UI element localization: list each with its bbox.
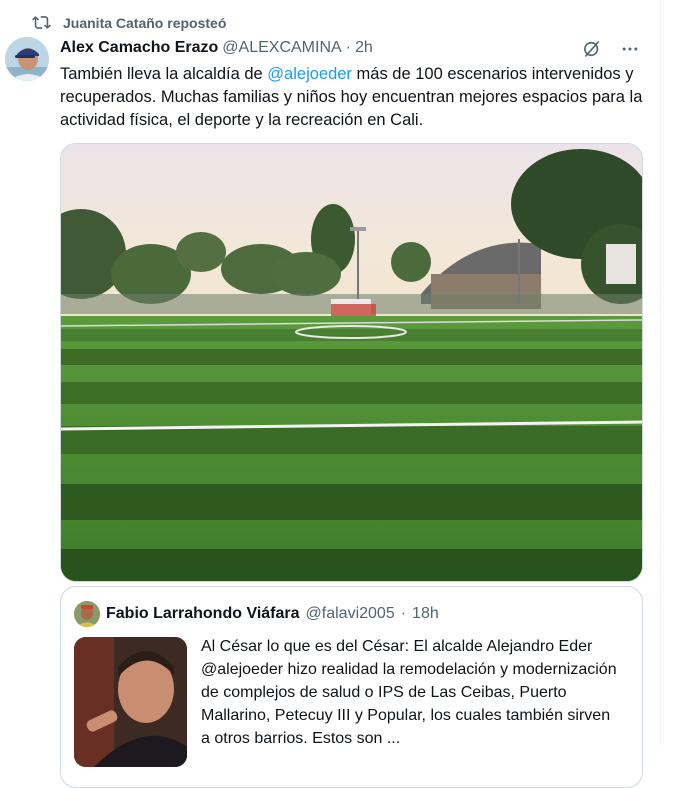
quoted-tweet[interactable]: Fabio Larrahondo Viáfara @falavi2005 · 1… bbox=[60, 586, 643, 788]
tweet-text: También lleva la alcaldía de @alejoeder … bbox=[60, 63, 650, 132]
author-handle[interactable]: @ALEXCAMINA bbox=[222, 39, 341, 57]
tweet-media-image[interactable] bbox=[60, 143, 643, 582]
tweet-top-actions bbox=[581, 38, 641, 60]
quote-author-avatar bbox=[74, 601, 100, 627]
tweet-time[interactable]: 2h bbox=[355, 39, 373, 57]
quote-author-name: Fabio Larrahondo Viáfara bbox=[106, 605, 300, 622]
quote-separator: · bbox=[400, 605, 407, 622]
grok-button[interactable] bbox=[581, 38, 603, 60]
header-separator: · bbox=[345, 39, 351, 56]
author-avatar[interactable] bbox=[5, 37, 49, 81]
more-icon bbox=[622, 47, 638, 51]
repost-label: Juanita Cataño reposteó bbox=[63, 14, 227, 31]
quote-header: Fabio Larrahondo Viáfara @falavi2005 · 1… bbox=[74, 601, 439, 627]
tweet-text-before: También lleva la alcaldía de bbox=[60, 65, 268, 83]
soccer-field-photo bbox=[61, 144, 642, 581]
quote-time: 18h bbox=[412, 605, 439, 622]
quote-author-handle: @falavi2005 bbox=[305, 605, 395, 622]
author-name[interactable]: Alex Camacho Erazo bbox=[60, 39, 218, 57]
quote-text: Al César lo que es del César: El alcalde… bbox=[201, 638, 617, 747]
grok-icon bbox=[584, 40, 600, 58]
repost-indicator[interactable]: Juanita Cataño reposteó bbox=[32, 13, 226, 32]
repost-icon bbox=[32, 16, 51, 29]
more-button[interactable] bbox=[619, 38, 641, 60]
timeline-border bbox=[660, 0, 661, 746]
quote-thumbnail-image bbox=[74, 637, 187, 767]
tweet-mention[interactable]: @alejoeder bbox=[267, 65, 352, 83]
tweet-header: Alex Camacho Erazo @ALEXCAMINA · 2h bbox=[60, 39, 373, 57]
